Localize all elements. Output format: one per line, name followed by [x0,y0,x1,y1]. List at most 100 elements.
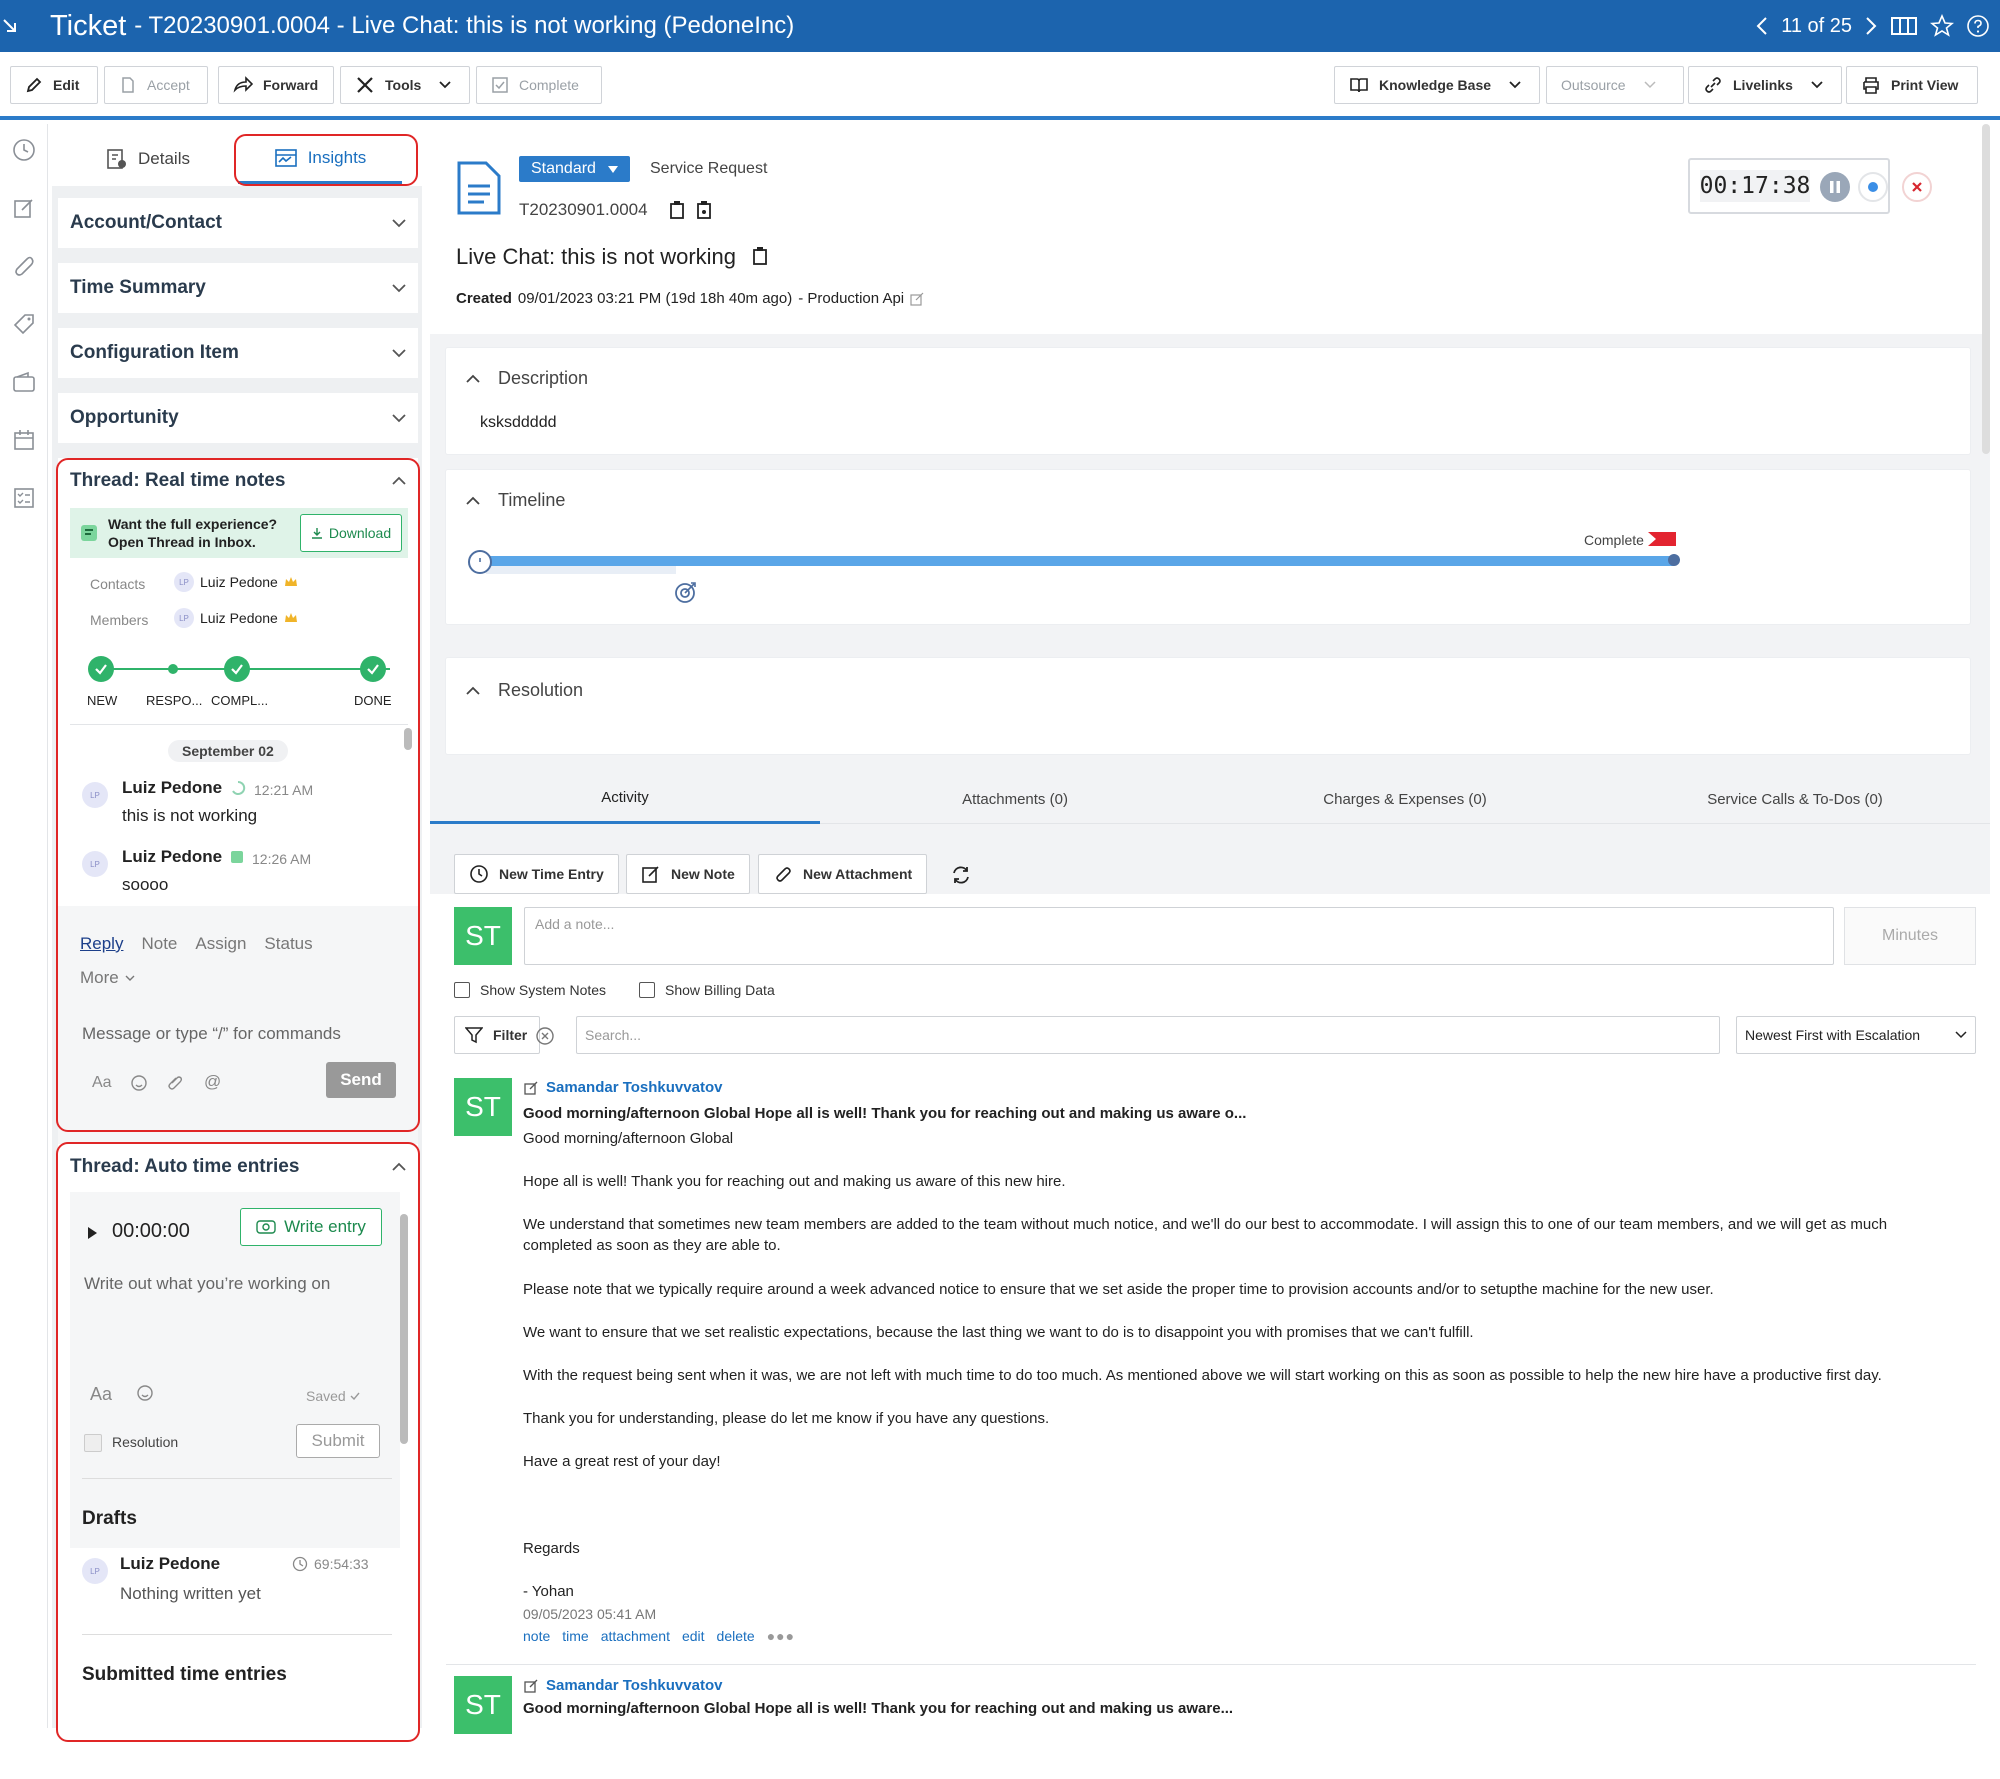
printer-icon [1861,76,1881,94]
edit-note-icon[interactable] [12,196,36,220]
outsource-button[interactable]: Outsource [1546,66,1684,104]
refresh-icon[interactable] [950,864,972,886]
section-account-contact[interactable]: Account/Contact [58,198,418,248]
entry-action-edit[interactable]: edit [682,1628,705,1644]
left-panel: Details Insights Account/Contact Time Su… [52,124,422,1742]
work-timer: 00:17:38 [1688,158,1932,214]
livelinks-button[interactable]: Livelinks [1688,66,1842,104]
print-view-button[interactable]: Print View [1846,66,1978,104]
knowledge-base-button[interactable]: Knowledge Base [1334,66,1540,104]
show-billing-label: Show Billing Data [665,982,775,998]
tab-activity[interactable]: Activity [430,774,820,824]
paperclip-icon[interactable] [12,254,36,278]
search-input[interactable]: Search... [576,1016,1720,1054]
timeline-card: Timeline Complete [446,470,1970,624]
entry-action-attachment[interactable]: attachment [601,1628,670,1644]
complete-button[interactable]: Complete [476,66,602,104]
stop-icon[interactable] [1902,172,1932,202]
filter-button[interactable]: Filter [454,1016,540,1054]
edit-note-icon [524,1679,538,1693]
entry-body-line: Hope all is well! Thank you for reaching… [523,1173,1066,1190]
chevron-up-icon [466,496,480,505]
calendar-icon[interactable] [12,428,36,452]
show-system-notes-label: Show System Notes [480,982,607,998]
edit-button[interactable]: Edit [10,66,98,104]
previous-icon[interactable] [1755,15,1769,37]
help-icon[interactable] [1966,14,1990,38]
chevron-up-icon [466,374,480,383]
resolution-header[interactable]: Resolution [466,680,583,701]
new-time-entry-button[interactable]: New Time Entry [454,854,619,894]
entry-author[interactable]: Samandar Toshkuvvatov [546,1079,722,1096]
entry-action-note[interactable]: note [523,1628,550,1644]
activity-entry: Good morning/afternoon Global Hope all i… [523,1099,1963,1779]
collapse-arrow-icon[interactable] [0,16,50,36]
section-label: Configuration Item [70,342,239,363]
copy-icon[interactable] [752,246,768,266]
document-icon [119,76,137,94]
ticket-type-dropdown[interactable]: Standard [519,156,630,182]
details-icon [104,147,128,171]
new-attachment-button[interactable]: New Attachment [758,854,928,894]
tag-icon[interactable] [12,312,36,336]
resolution-title: Resolution [498,680,584,700]
pause-icon[interactable] [1820,172,1850,202]
entry-body-line: Regards [523,1540,580,1557]
checkbox[interactable] [454,982,470,998]
forward-button[interactable]: Forward [218,66,334,104]
description-header[interactable]: Description [466,368,588,389]
sort-value: Newest First with Escalation [1745,1027,1921,1043]
sort-select[interactable]: Newest First with Escalation [1736,1016,1976,1054]
tools-button[interactable]: Tools [340,66,470,104]
ticket-navigation: 11 of 25 [1755,0,1990,52]
record-icon[interactable] [1858,172,1888,202]
main-scrollbar[interactable] [1982,124,1990,454]
edit-icon[interactable] [910,292,924,306]
star-icon[interactable] [1930,14,1954,38]
accept-button[interactable]: Accept [104,66,208,104]
show-billing-toggle[interactable]: Show Billing Data [639,982,775,998]
clear-filter-icon[interactable] [535,1026,555,1046]
columns-icon[interactable] [1890,15,1918,37]
tab-service-calls[interactable]: Service Calls & To-Dos (0) [1600,774,1990,824]
description-card: Description ksksddddd [446,348,1970,454]
tab-details-label: Details [138,149,190,168]
more-actions-icon[interactable]: ●●● [767,1628,795,1644]
history-clock-icon[interactable] [12,138,36,162]
new-note-label: New Note [671,866,735,882]
copy-link-icon[interactable] [696,200,712,220]
tools-label: Tools [385,77,422,93]
section-configuration-item[interactable]: Configuration Item [58,328,418,378]
new-attachment-label: New Attachment [803,866,913,882]
thread2-highlight [56,1142,420,1742]
user-avatar: ST [454,907,512,965]
knowledge-base-label: Knowledge Base [1379,77,1492,93]
book-icon [1349,76,1369,94]
section-opportunity[interactable]: Opportunity [58,393,418,443]
timeline-sub-bar [486,566,676,574]
checkbox[interactable] [639,982,655,998]
note-input[interactable]: Add a note... [524,907,1834,965]
new-note-button[interactable]: New Note [626,854,750,894]
chevron-down-icon [1509,81,1521,89]
flag-icon [1648,530,1678,548]
entry-action-time[interactable]: time [562,1628,588,1644]
entry-author[interactable]: Samandar Toshkuvvatov [546,1677,722,1694]
wallet-icon[interactable] [12,370,36,394]
left-rail [0,124,48,1728]
copy-icon[interactable] [669,200,685,220]
entry-body-line: Thank you for understanding, please do l… [523,1410,1050,1427]
entry-action-delete[interactable]: delete [717,1628,755,1644]
minutes-input[interactable]: Minutes [1844,907,1976,965]
show-system-notes-toggle[interactable]: Show System Notes [454,982,606,998]
entry-subject: Good morning/afternoon Global Hope all i… [523,1105,1247,1122]
edit-note-icon [524,1081,538,1095]
checklist-icon[interactable] [12,486,36,510]
tab-attachments[interactable]: Attachments (0) [820,774,1210,824]
timeline-header[interactable]: Timeline [466,490,565,511]
entry-subject: Good morning/afternoon Global Hope all i… [523,1700,1234,1717]
tab-charges-expenses[interactable]: Charges & Expenses (0) [1210,774,1600,824]
tab-details[interactable]: Details [72,134,222,184]
next-icon[interactable] [1864,15,1878,37]
section-time-summary[interactable]: Time Summary [58,263,418,313]
